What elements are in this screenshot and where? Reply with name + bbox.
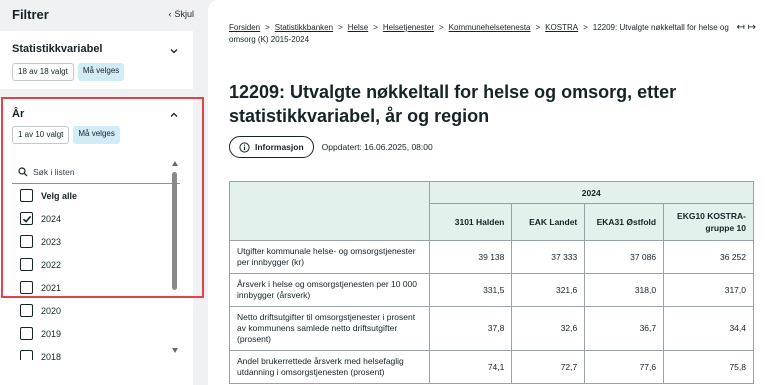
table-row: Netto driftsutgifter til omsorgstjeneste… [229, 306, 754, 351]
cell-value: 36 252 [663, 240, 754, 274]
breadcrumb-link[interactable]: Kommunehelsetenesta [449, 23, 531, 32]
breadcrumb-link[interactable]: Helse [348, 23, 368, 32]
chevron-up-icon[interactable] [169, 110, 179, 120]
hide-sidebar-button[interactable]: ‹ Skjul [168, 9, 194, 19]
year-option-list: Velg alle 2024 2023 2022 2021 2020 2019 … [12, 184, 180, 360]
chevron-right-icon: > [535, 23, 541, 32]
year-title: År [12, 108, 25, 120]
row-label: Årsverk i helse og omsorgstjenesten per … [229, 273, 430, 307]
column-header: EKA31 Østfold [584, 203, 665, 241]
breadcrumb-link[interactable]: KOSTRA [545, 23, 578, 32]
chevron-left-icon: ‹ [168, 9, 172, 19]
filter-sidebar: Filtrer ‹ Skjul Statistikkvariabel 18 av… [0, 0, 206, 385]
cell-value: 37,8 [428, 306, 513, 351]
cell-value: 36,7 [584, 306, 665, 351]
option-label: 2020 [41, 305, 62, 316]
cell-value: 39 138 [428, 240, 513, 274]
chevron-right-icon: > [373, 23, 378, 32]
table-row: Utgifter kommunale helse- og omsorgstjen… [229, 240, 754, 274]
option-select-all[interactable]: Velg alle [12, 184, 180, 207]
option-2023[interactable]: 2023 [12, 230, 180, 253]
option-2022[interactable]: 2022 [12, 253, 180, 276]
breadcrumb-link[interactable]: Forsiden [229, 23, 260, 32]
information-label: Informasjon [255, 142, 304, 152]
chevron-right-icon: > [439, 23, 444, 32]
search-placeholder: Søk i listen [33, 166, 75, 177]
checkbox[interactable] [20, 281, 33, 294]
expand-arrows-icon[interactable]: ↤ ↦ [736, 22, 756, 33]
required-badge: Må velges [73, 126, 120, 144]
cell-value: 34,4 [663, 306, 754, 351]
cell-value: 74,1 [428, 350, 513, 384]
checkbox[interactable] [20, 350, 33, 360]
option-2024[interactable]: 2024 [12, 207, 180, 230]
breadcrumb: Forsiden > Statistikkbanken > Helse > Helsetje… [229, 22, 729, 46]
option-2021[interactable]: 2021 [12, 276, 180, 299]
option-label: 2021 [41, 282, 62, 293]
option-label: 2019 [41, 328, 62, 339]
option-2020[interactable]: 2020 [12, 299, 180, 322]
chevron-right-icon: > [265, 23, 270, 32]
sidebar-header: Filtrer ‹ Skjul [12, 5, 194, 23]
cell-value: 32,6 [511, 306, 586, 351]
option-label: 2024 [41, 213, 62, 224]
sidebar-title: Filtrer [12, 6, 49, 22]
option-label: 2023 [41, 236, 62, 247]
breadcrumb-link[interactable]: Statistikkbanken [275, 23, 333, 32]
selection-count-badge: 1 av 10 valgt [12, 126, 70, 144]
checkbox[interactable] [20, 258, 33, 271]
updated-timestamp: Oppdatert: 16.06.2025, 08:00 [321, 142, 433, 152]
column-header: EKG10 KOSTRA-gruppe 10 [663, 203, 754, 241]
option-2019[interactable]: 2019 [12, 322, 180, 345]
stat-var-filter[interactable]: Statistikkvariabel 18 av 18 valgt Må vel… [0, 31, 193, 89]
option-label: Velg alle [41, 190, 78, 201]
page-title: 12209: Utvalgte nøkkeltall for helse og … [229, 82, 677, 126]
row-label: Netto driftsutgifter til omsorgstjeneste… [229, 306, 430, 351]
checkbox[interactable] [20, 189, 33, 202]
chevron-right-icon: > [338, 23, 343, 32]
checkbox-checked[interactable] [20, 212, 33, 225]
cell-value: 318,0 [584, 273, 665, 307]
checkmark-icon [22, 215, 31, 223]
hide-label: Skjul [174, 9, 194, 19]
selection-count-badge: 18 av 18 valgt [12, 63, 74, 81]
year-search-input[interactable]: Søk i listen [12, 160, 180, 184]
scroll-up-arrow-icon[interactable] [172, 161, 178, 166]
scrollbar-thumb[interactable] [172, 172, 177, 290]
information-button[interactable]: Informasjon [229, 136, 314, 158]
year-header: 2024 [428, 181, 755, 204]
main-content: Forsiden > Statistikkbanken > Helse > Helsetje… [208, 0, 768, 385]
option-label: 2018 [41, 351, 62, 361]
stat-var-title: Statistikkvariabel [12, 43, 103, 55]
required-badge: Må velges [77, 63, 125, 81]
chevron-right-icon: > [583, 23, 588, 32]
cell-value: 331,5 [428, 273, 513, 307]
chevron-down-icon[interactable] [169, 46, 179, 56]
cell-value: 75,8 [663, 350, 754, 384]
checkbox[interactable] [20, 235, 33, 248]
cell-value: 77,6 [584, 350, 665, 384]
row-label: Utgifter kommunale helse- og omsorgstjen… [229, 240, 430, 274]
checkbox[interactable] [20, 304, 33, 317]
table-row: Årsverk i helse og omsorgstjenesten per … [229, 273, 754, 307]
scroll-down-arrow-icon[interactable] [172, 348, 178, 353]
cell-value: 37 333 [511, 240, 586, 274]
data-table: 2024 3101 Halden EAK Landet EKA31 Østfol… [229, 181, 755, 384]
search-icon [18, 166, 28, 176]
column-header: EAK Landet [511, 203, 586, 241]
cell-value: 317,0 [663, 273, 754, 307]
table-corner-cell [229, 181, 430, 241]
option-label: 2022 [41, 259, 62, 270]
row-label: Andel brukerrettede årsverk med helsefag… [229, 350, 430, 384]
cell-value: 72,7 [511, 350, 586, 384]
table-row: Andel brukerrettede årsverk med helsefag… [229, 350, 754, 384]
column-header: 3101 Halden [428, 203, 513, 241]
cell-value: 37 086 [584, 240, 665, 274]
breadcrumb-link[interactable]: Helsetjenester [383, 23, 434, 32]
option-2018[interactable]: 2018 [12, 345, 180, 360]
info-icon [239, 141, 250, 153]
checkbox[interactable] [20, 327, 33, 340]
cell-value: 321,6 [511, 273, 586, 307]
